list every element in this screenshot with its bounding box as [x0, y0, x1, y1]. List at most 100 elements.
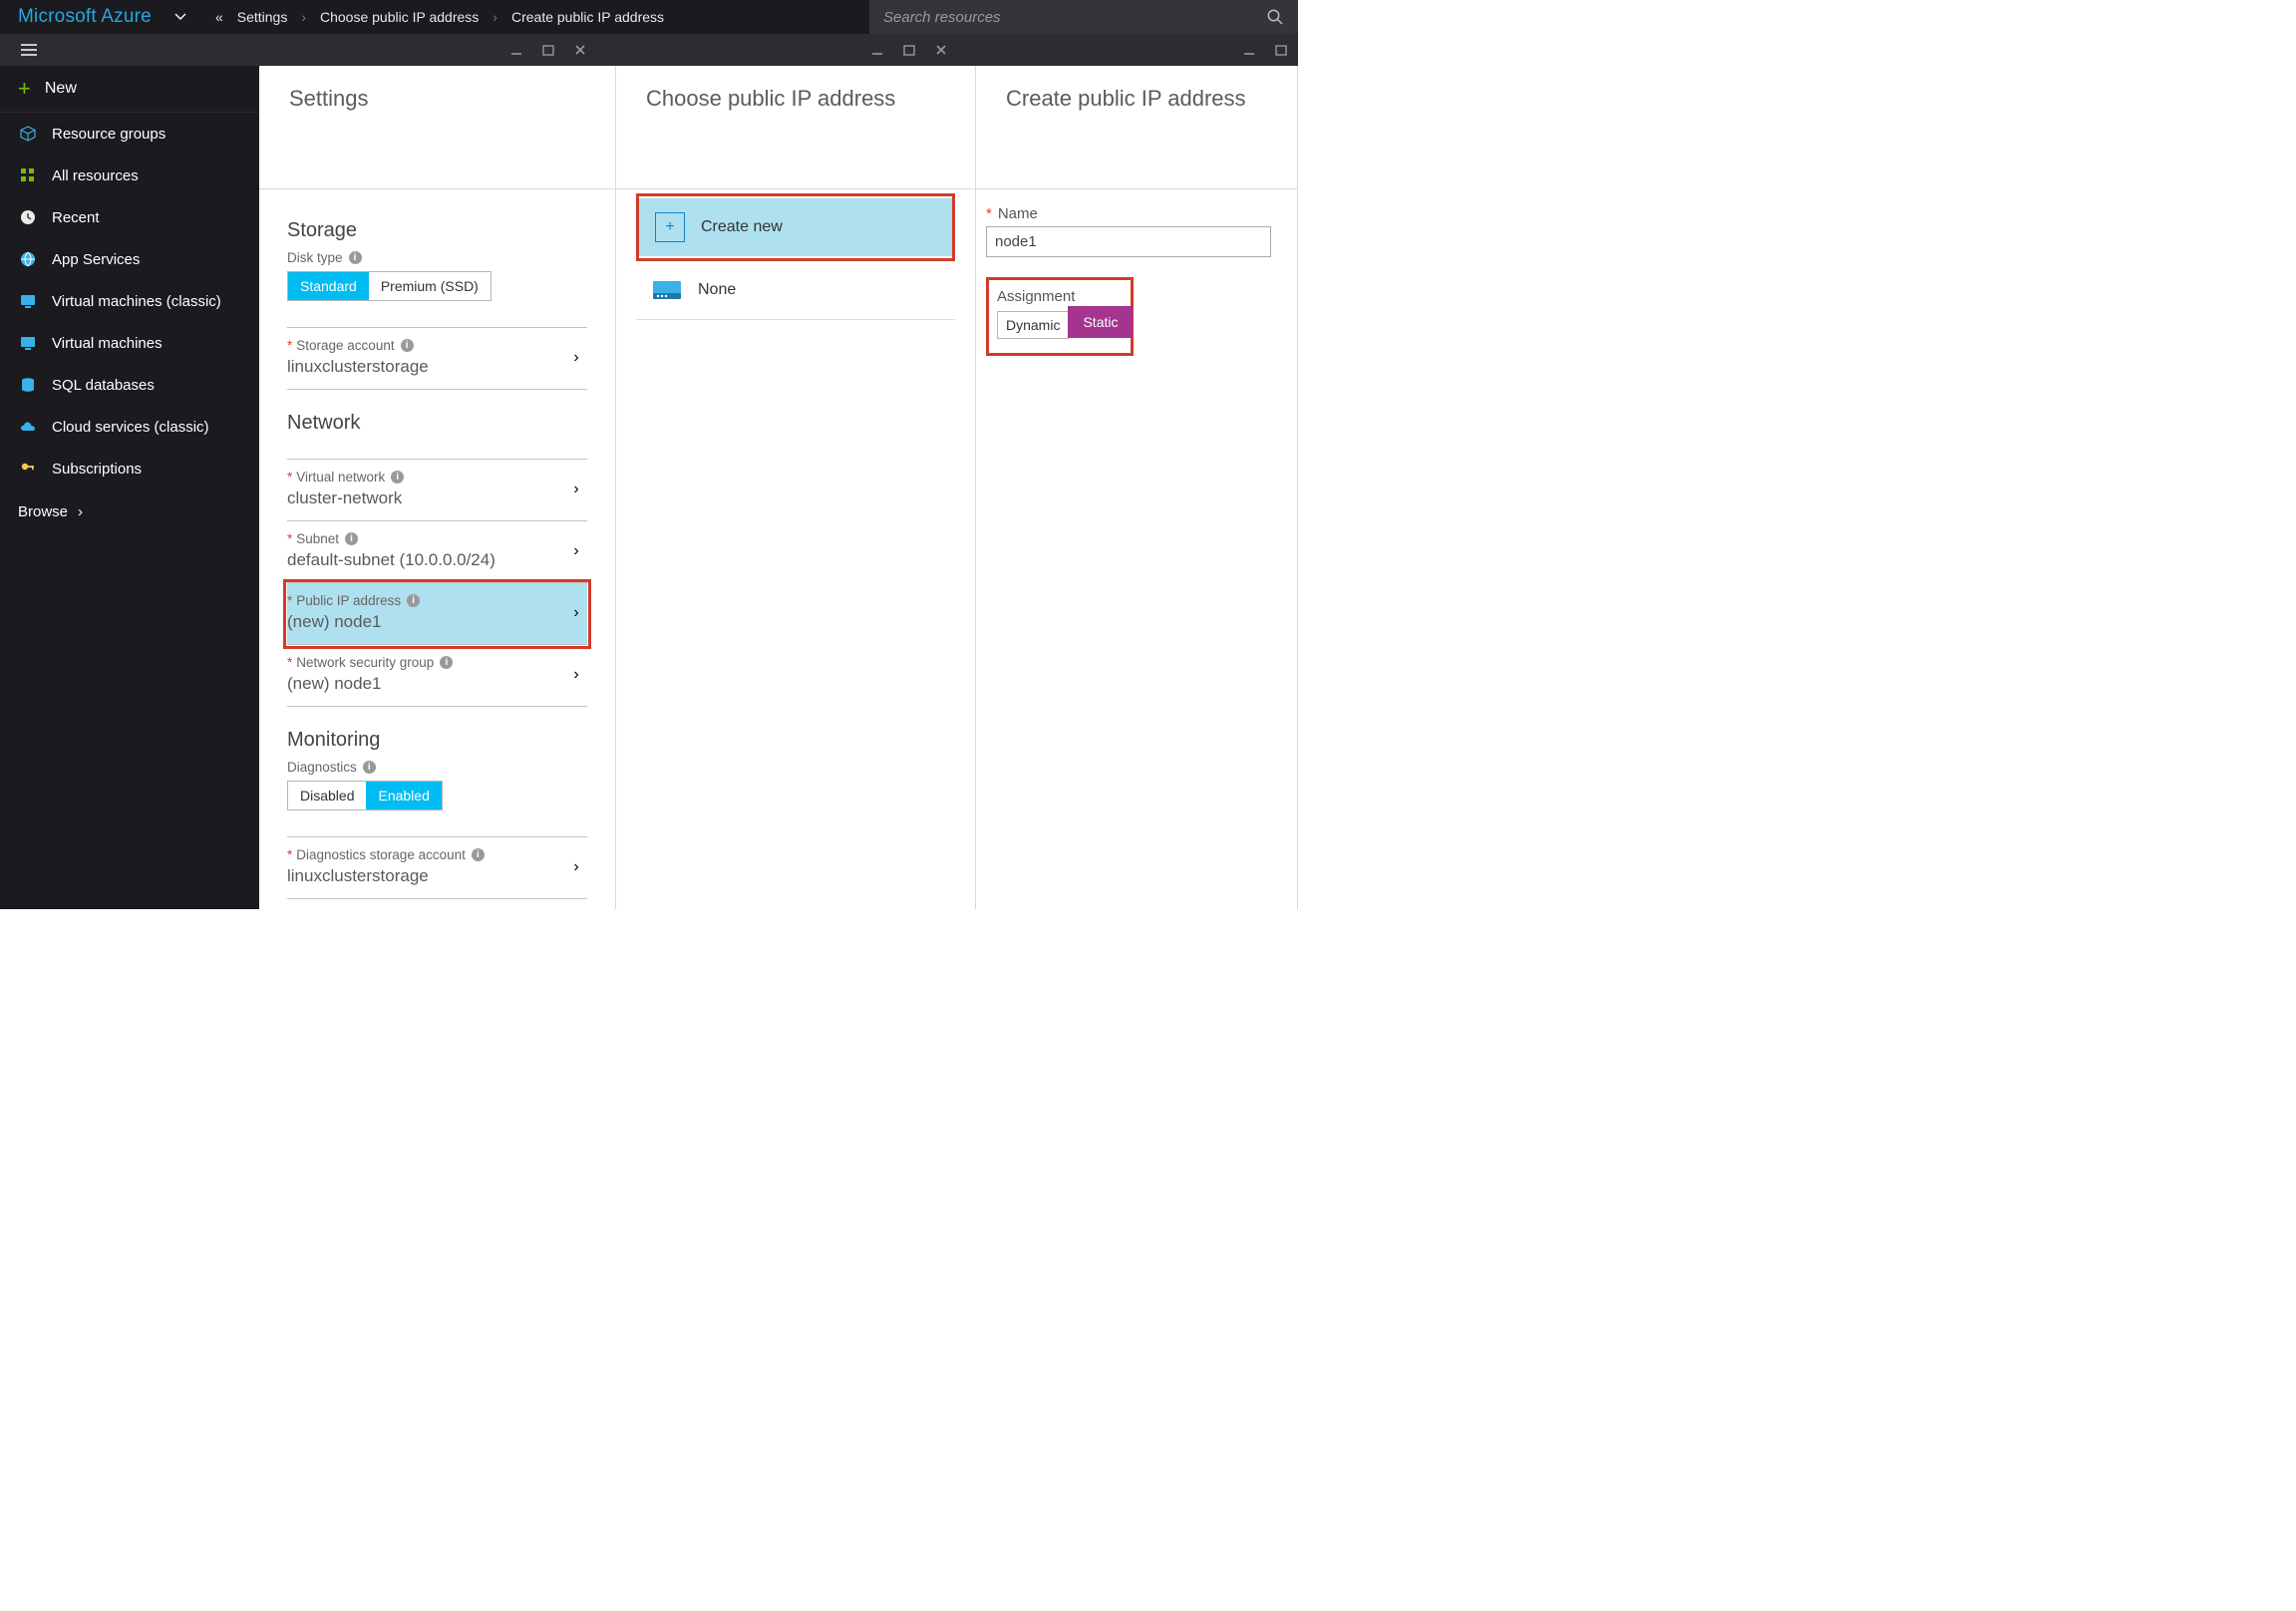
chevron-right-icon: › — [565, 470, 587, 508]
create-new-option[interactable]: + Create new — [639, 198, 952, 256]
info-icon[interactable]: i — [401, 339, 414, 352]
blade-title: Choose public IP address — [646, 86, 945, 112]
row-value: linuxclusterstorage — [287, 357, 565, 377]
plus-icon: + — [18, 80, 31, 98]
breadcrumb-item-1[interactable]: Choose public IP address — [320, 9, 479, 25]
blade-title: Create public IP address — [1006, 86, 1267, 112]
row-virtual-network[interactable]: *Virtual networki cluster-network › — [287, 459, 587, 521]
minimize-icon[interactable] — [505, 39, 527, 61]
grid-icon — [18, 165, 38, 185]
diagnostics-toggle[interactable]: Disabled Enabled — [287, 781, 443, 810]
blade-choose-public-ip: Choose public IP address + Create new No… — [616, 66, 976, 909]
disk-type-toggle[interactable]: Standard Premium (SSD) — [287, 271, 492, 301]
none-option[interactable]: None — [636, 261, 955, 320]
row-diag-storage[interactable]: *Diagnostics storage accounti linuxclust… — [287, 836, 587, 899]
name-input[interactable] — [986, 226, 1271, 257]
close-icon[interactable] — [930, 39, 952, 61]
row-storage-account[interactable]: *Storage accounti linuxclusterstorage › — [287, 327, 587, 390]
search-input[interactable]: Search resources — [869, 0, 1298, 34]
nav-label: All resources — [52, 167, 139, 184]
toggle-option-premium[interactable]: Premium (SSD) — [369, 272, 491, 300]
row-value: (new) node1 — [287, 612, 565, 632]
left-nav: + New Resource groups All resources Rece… — [0, 66, 259, 909]
nav-app-services[interactable]: App Services — [0, 238, 259, 280]
new-button[interactable]: + New — [0, 66, 259, 113]
assignment-static-highlight[interactable]: Static — [1068, 306, 1133, 338]
main-area: + New Resource groups All resources Rece… — [0, 66, 1298, 909]
chevron-right-icon: › — [565, 338, 587, 377]
info-icon[interactable]: i — [440, 656, 453, 669]
blade-title: Settings — [289, 86, 585, 112]
brand-dropdown-icon[interactable] — [169, 6, 191, 28]
search-icon[interactable] — [1266, 8, 1284, 26]
maximize-icon[interactable] — [898, 39, 920, 61]
blade-controls-choose — [597, 34, 958, 66]
blade-controls-settings — [253, 34, 597, 66]
nav-cloud-classic[interactable]: Cloud services (classic) — [0, 406, 259, 448]
new-label: New — [45, 80, 77, 98]
close-icon[interactable] — [569, 39, 591, 61]
assignment-label: Assignment — [997, 288, 1119, 305]
nav-vm-classic[interactable]: Virtual machines (classic) — [0, 280, 259, 322]
breadcrumb-back-icon[interactable]: « — [215, 9, 223, 25]
brand-logo[interactable]: Microsoft Azure — [0, 6, 169, 28]
toggle-option-static[interactable]: Static — [1071, 309, 1130, 335]
maximize-icon[interactable] — [537, 39, 559, 61]
blade-container: Settings Storage Disk type i Standard Pr… — [259, 66, 1298, 909]
highlight-box: + Create new — [636, 193, 955, 261]
nav-label: Virtual machines (classic) — [52, 293, 221, 310]
toggle-option-standard[interactable]: Standard — [288, 272, 369, 300]
nav-recent[interactable]: Recent — [0, 196, 259, 238]
row-value: linuxclusterstorage — [287, 866, 565, 886]
toggle-option-dynamic[interactable]: Dynamic — [998, 312, 1068, 338]
breadcrumb-item-0[interactable]: Settings — [237, 9, 288, 25]
section-header-network: Network — [287, 412, 587, 435]
toggle-option-enabled[interactable]: Enabled — [366, 782, 441, 809]
minimize-icon[interactable] — [1238, 39, 1260, 61]
chevron-right-icon: › — [78, 503, 83, 520]
row-subnet[interactable]: *Subneti default-subnet (10.0.0.0/24) › — [287, 521, 587, 583]
monitor-icon — [18, 291, 38, 311]
assignment-toggle[interactable]: Dynamic — [997, 311, 1069, 339]
cube-icon — [18, 124, 38, 144]
chevron-right-icon: › — [565, 847, 587, 886]
nav-sql[interactable]: SQL databases — [0, 364, 259, 406]
secondary-bar — [0, 34, 1298, 66]
blade-settings: Settings Storage Disk type i Standard Pr… — [259, 66, 616, 909]
browse-button[interactable]: Browse › — [0, 489, 259, 534]
clock-icon — [18, 207, 38, 227]
blade-header: Settings — [259, 66, 615, 189]
breadcrumb: « Settings › Choose public IP address › … — [215, 9, 664, 25]
info-icon[interactable]: i — [363, 761, 376, 774]
maximize-icon[interactable] — [1270, 39, 1292, 61]
row-public-ip[interactable]: *Public IP addressi (new) node1 › — [287, 583, 587, 645]
row-nsg[interactable]: *Network security groupi (new) node1 › — [287, 645, 587, 707]
nav-resource-groups[interactable]: Resource groups — [0, 113, 259, 155]
info-icon[interactable]: i — [349, 251, 362, 264]
chevron-right-icon: › — [301, 9, 306, 25]
database-icon — [18, 375, 38, 395]
option-label: Create new — [701, 218, 783, 236]
info-icon[interactable]: i — [407, 594, 420, 607]
toggle-option-disabled[interactable]: Disabled — [288, 782, 366, 809]
key-icon — [18, 459, 38, 479]
nav-all-resources[interactable]: All resources — [0, 155, 259, 196]
row-value: cluster-network — [287, 488, 565, 508]
nav-label: Resource groups — [52, 126, 165, 143]
highlight-box: Assignment Dynamic Static — [986, 277, 1134, 356]
breadcrumb-item-2[interactable]: Create public IP address — [511, 9, 664, 25]
blade-controls-create — [958, 34, 1298, 66]
monitor-icon — [18, 333, 38, 353]
row-value: (new) node1 — [287, 674, 565, 694]
option-label: None — [698, 281, 736, 299]
hamburger-icon[interactable] — [0, 34, 253, 66]
info-icon[interactable]: i — [472, 848, 485, 861]
nav-label: Virtual machines — [52, 335, 163, 352]
section-header-storage: Storage — [287, 219, 587, 242]
info-icon[interactable]: i — [345, 532, 358, 545]
browse-label: Browse — [18, 503, 68, 520]
nav-vm[interactable]: Virtual machines — [0, 322, 259, 364]
info-icon[interactable]: i — [391, 471, 404, 483]
nav-subscriptions[interactable]: Subscriptions — [0, 448, 259, 489]
minimize-icon[interactable] — [866, 39, 888, 61]
